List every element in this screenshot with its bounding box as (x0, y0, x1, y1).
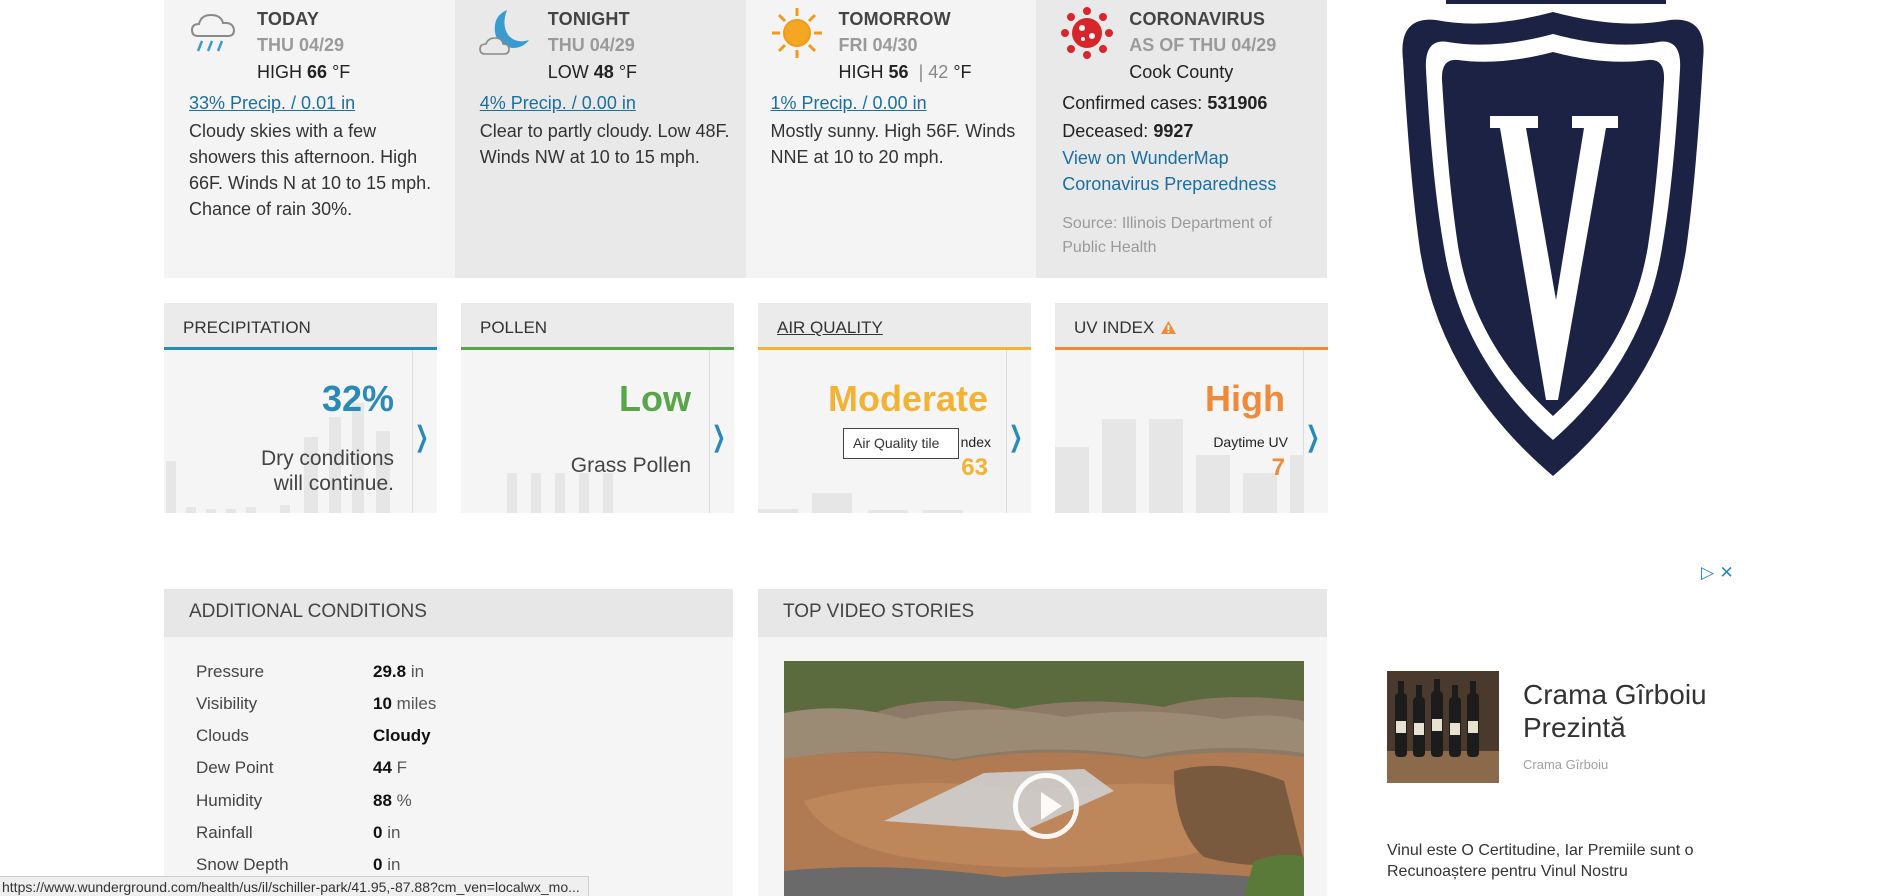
coronavirus-title: CORONAVIRUS (1129, 9, 1266, 29)
preparedness-link[interactable]: Coronavirus Preparedness (1062, 174, 1276, 195)
play-icon[interactable] (1013, 773, 1079, 839)
confirmed-cases: Confirmed cases: 531906 (1062, 93, 1268, 113)
warning-icon (1161, 321, 1177, 334)
tile-title: POLLEN (461, 303, 734, 350)
shield-logo (1402, 0, 1704, 476)
tile-label: Daytime UV (1213, 434, 1288, 450)
tile-value: Low (619, 378, 691, 419)
precip-link[interactable]: 33% Precip. / 0.01 in (189, 93, 355, 114)
wundermap-link[interactable]: View on WunderMap (1062, 148, 1228, 169)
precipitation-tile[interactable]: PRECIPITATION 32% Dry conditions will con… (164, 303, 437, 513)
forecast-date: FRI 04/30 (838, 35, 918, 55)
condition-value: 88 % (373, 791, 412, 810)
status-bar-url: https://www.wunderground.com/health/us/i… (0, 876, 589, 896)
source-note: Source: Illinois Department of Public He… (1062, 215, 1273, 256)
condition-label: Clouds (196, 726, 249, 745)
deceased-count: Deceased: 9927 (1062, 121, 1194, 141)
condition-label: Snow Depth (196, 855, 289, 874)
tooltip: Air Quality tile (843, 428, 959, 459)
forecast-date: THU 04/29 (257, 35, 345, 55)
forecast-date: THU 04/29 (547, 35, 635, 55)
pollen-tile[interactable]: POLLEN Low Grass Pollen ❯ (461, 303, 734, 513)
air-quality-tile[interactable]: AIR QUALITY Moderate ndex 63 ❯ (758, 303, 1031, 513)
forecast-temp: LOW 48 °F (547, 62, 638, 82)
condition-label: Rainfall (196, 823, 253, 842)
forecast-title: TODAY (257, 9, 320, 29)
forecast-temp: HIGH 66 °F (257, 62, 351, 82)
ad-text[interactable]: Vinul este O Certitudine, Iar Premiile s… (1387, 840, 1767, 882)
forecast-description: Clear to partly cloudy. Low 48F. Winds N… (479, 121, 730, 167)
ad-info-icon[interactable]: ▷ (1701, 563, 1714, 583)
condition-value: 0 in (373, 823, 401, 842)
forecast-temp: HIGH 56 | 42 °F (838, 62, 972, 82)
tile-bars (1055, 350, 1304, 513)
condition-label: Visibility (196, 694, 258, 713)
virus-icon (1061, 7, 1114, 59)
forecast-title: TOMORROW (838, 9, 951, 29)
forecast-tonight: TONIGHT THU 04/29 LOW 48 °F 4% Precip. /… (454, 0, 746, 278)
ad-choices[interactable]: ▷ ✕ (1701, 563, 1734, 583)
chevron-right-icon[interactable]: ❯ (1008, 420, 1022, 453)
coronavirus-date: AS OF THU 04/29 (1129, 35, 1277, 55)
coronavirus-card: CORONAVIRUS AS OF THU 04/29 Cook County … (1036, 0, 1327, 278)
uv-index-tile[interactable]: UV INDEX High Daytime UV 7 ❯ (1055, 303, 1328, 513)
tile-index: 7 (1271, 454, 1285, 481)
forecast-description: Mostly sunny. High 56F. Winds NNE at 10 … (770, 121, 1016, 167)
condition-value: 29.8 in (373, 662, 425, 681)
tile-title: PRECIPITATION (164, 303, 437, 350)
forecast-today: TODAY THU 04/29 HIGH 66 °F 33% Precip. /… (164, 0, 455, 278)
sun-icon (771, 8, 822, 58)
chevron-right-icon[interactable]: ❯ (1305, 420, 1319, 453)
chevron-right-icon[interactable]: ❯ (414, 420, 428, 453)
tile-bars (461, 350, 710, 513)
coronavirus-county: Cook County (1129, 62, 1234, 82)
panel-title: ADDITIONAL CONDITIONS (164, 589, 733, 637)
close-icon[interactable]: ✕ (1719, 563, 1733, 583)
condition-value: 44 F (373, 758, 408, 777)
condition-value: 0 in (373, 855, 401, 874)
tile-title: UV INDEX (1055, 303, 1328, 350)
condition-label: Pressure (196, 662, 265, 681)
ad-image[interactable] (1387, 671, 1499, 783)
condition-value: 10 miles (373, 694, 437, 713)
tile-index: 63 (961, 454, 988, 481)
condition-label: Dew Point (196, 758, 274, 777)
chevron-right-icon[interactable]: ❯ (711, 420, 725, 453)
ad-brand[interactable]: Crama Gîrboiu (1523, 757, 1608, 772)
condition-value: Cloudy (373, 726, 431, 745)
health-tiles: PRECIPITATION 32% Dry conditions will con… (164, 303, 1328, 513)
tile-label: ndex (960, 434, 991, 450)
panel-title: TOP VIDEO STORIES (758, 589, 1327, 637)
additional-conditions-panel: ADDITIONAL CONDITIONS Pressure 29.8 in V… (164, 589, 733, 896)
tile-value: 32% (321, 378, 394, 419)
forecast-title: TONIGHT (547, 9, 630, 29)
precip-link[interactable]: 1% Precip. / 0.00 in (771, 93, 927, 114)
tile-value: High (1205, 378, 1285, 419)
tile-description: Grass Pollen (570, 454, 691, 477)
forecast-tomorrow: TOMORROW FRI 04/30 HIGH 56 | 42 °F 1% Pr… (745, 0, 1037, 278)
tile-value: Moderate (827, 378, 988, 419)
wine-bottles-image (1387, 671, 1499, 783)
tile-title: AIR QUALITY (758, 303, 1031, 350)
forecast-strip: TODAY THU 04/29 HIGH 66 °F 33% Precip. /… (164, 0, 1327, 278)
ad-title[interactable]: Crama Gîrboiu Prezintă (1523, 678, 1763, 744)
precip-link[interactable]: 4% Precip. / 0.00 in (480, 93, 636, 114)
rain-cloud-icon (190, 13, 236, 52)
condition-label: Humidity (196, 791, 263, 810)
video-thumbnail[interactable] (784, 661, 1304, 896)
moon-cloud-icon (478, 10, 529, 55)
tile-description: Dry conditions will continue. (260, 447, 394, 495)
forecast-description: Cloudy skies with a few showers this aft… (189, 121, 432, 219)
